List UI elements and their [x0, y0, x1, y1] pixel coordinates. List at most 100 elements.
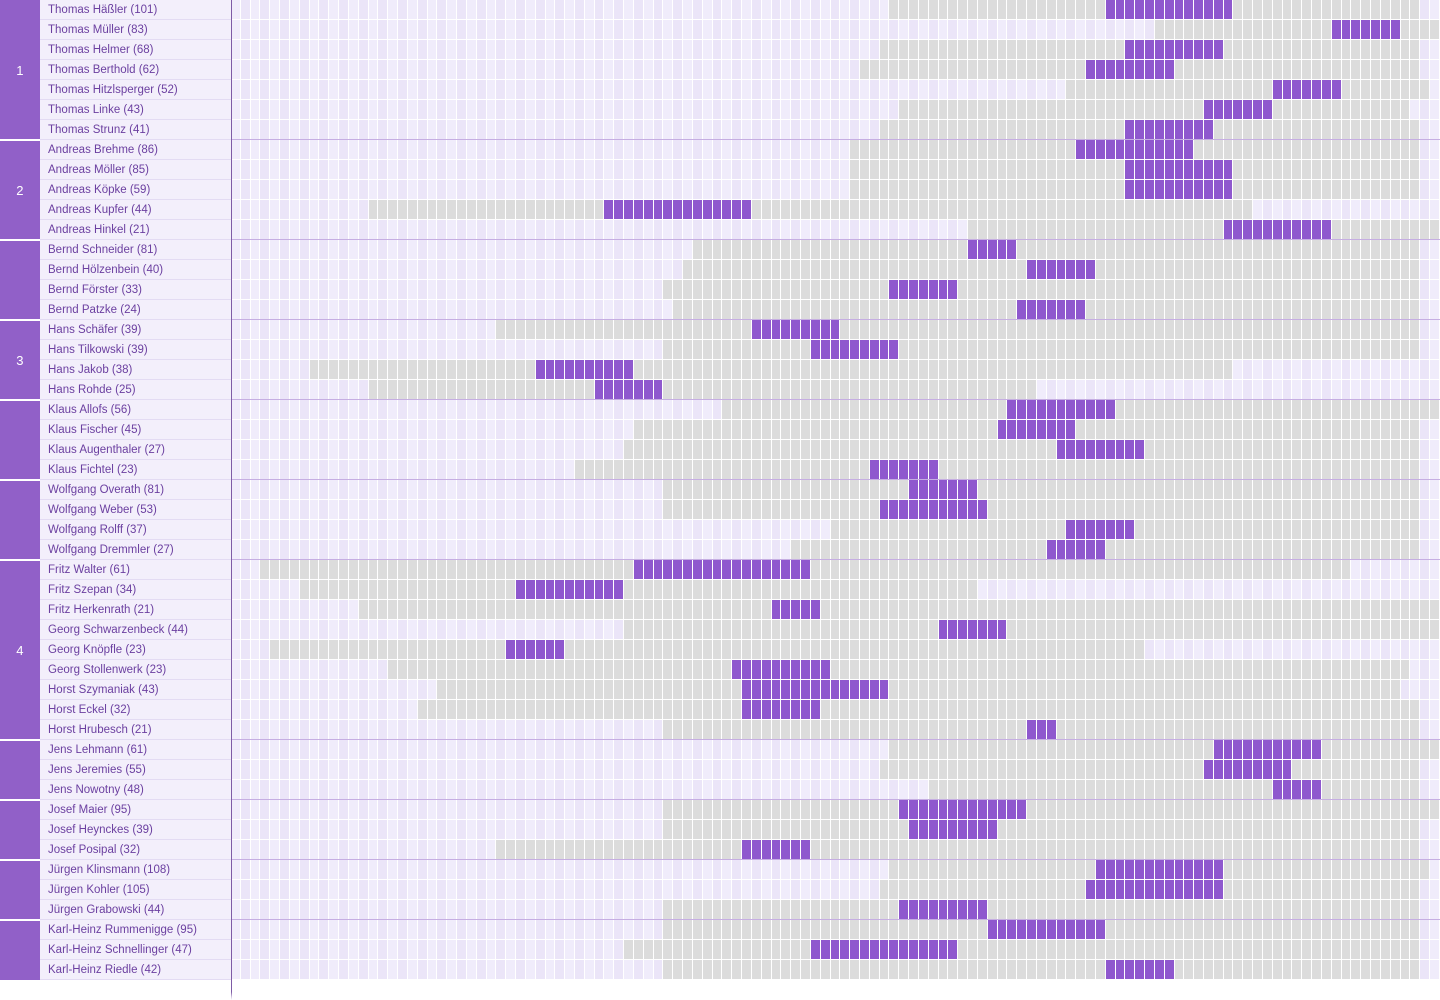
timeline-cell-highlight[interactable] — [673, 200, 684, 220]
timeline-cell-empty[interactable] — [348, 680, 359, 700]
timeline-cell-empty[interactable] — [732, 140, 743, 160]
timeline-cell-active[interactable] — [1331, 420, 1342, 440]
timeline-cell-active[interactable] — [987, 140, 998, 160]
timeline-cell-empty[interactable] — [506, 100, 517, 120]
timeline-cell-active[interactable] — [771, 300, 782, 320]
timeline-cell-active[interactable] — [850, 560, 860, 580]
timeline-cell-empty[interactable] — [555, 140, 566, 160]
timeline-cell-empty[interactable] — [614, 100, 625, 120]
timeline-cell-active[interactable] — [1380, 220, 1391, 240]
timeline-cell-empty[interactable] — [1430, 720, 1440, 740]
timeline-cell-active[interactable] — [1410, 340, 1421, 360]
timeline-cell-active[interactable] — [1351, 140, 1362, 160]
timeline-cell-empty[interactable] — [348, 440, 359, 460]
timeline-cell-empty[interactable] — [329, 80, 340, 100]
timeline-cell-highlight[interactable] — [791, 660, 802, 680]
timeline-cell-active[interactable] — [761, 300, 772, 320]
timeline-cell-empty[interactable] — [574, 620, 585, 640]
timeline-cell-active[interactable] — [938, 180, 949, 200]
timeline-cell-active[interactable] — [840, 720, 851, 740]
timeline-cell-active[interactable] — [1164, 220, 1175, 240]
timeline-cell-empty[interactable] — [633, 60, 644, 80]
timeline-cell-empty[interactable] — [1420, 320, 1431, 340]
timeline-cell-active[interactable] — [1007, 700, 1018, 720]
timeline-cell-active[interactable] — [1272, 20, 1283, 40]
timeline-cell-highlight[interactable] — [1272, 740, 1283, 760]
timeline-cell-active[interactable] — [850, 500, 860, 520]
timeline-cell-empty[interactable] — [663, 760, 674, 780]
timeline-cell-empty[interactable] — [801, 60, 811, 80]
timeline-cell-highlight[interactable] — [1164, 60, 1175, 80]
timeline-cell-empty[interactable] — [280, 580, 290, 600]
timeline-cell-empty[interactable] — [358, 520, 369, 540]
timeline-cell-active[interactable] — [1292, 440, 1303, 460]
timeline-cell-empty[interactable] — [722, 180, 733, 200]
timeline-cell-highlight[interactable] — [614, 360, 625, 380]
timeline-cell-empty[interactable] — [260, 260, 271, 280]
timeline-cell-empty[interactable] — [250, 680, 261, 700]
timeline-cell-active[interactable] — [840, 540, 851, 560]
timeline-cell-active[interactable] — [820, 260, 831, 280]
timeline-cell-active[interactable] — [938, 740, 949, 760]
timeline-cell-active[interactable] — [791, 420, 802, 440]
timeline-cell-empty[interactable] — [574, 740, 585, 760]
timeline-cell-empty[interactable] — [250, 540, 261, 560]
timeline-cell-empty[interactable] — [722, 520, 733, 540]
timeline-cell-highlight[interactable] — [1213, 160, 1224, 180]
timeline-cell-active[interactable] — [879, 600, 890, 620]
timeline-cell-empty[interactable] — [604, 0, 615, 20]
timeline-cell-active[interactable] — [948, 60, 959, 80]
timeline-cell-highlight[interactable] — [1174, 120, 1185, 140]
timeline-cell-active[interactable] — [1095, 240, 1106, 260]
timeline-cell-active[interactable] — [1105, 80, 1116, 100]
timeline-cell-empty[interactable] — [231, 680, 241, 700]
timeline-cell-empty[interactable] — [712, 160, 723, 180]
timeline-cell-active[interactable] — [899, 200, 910, 220]
timeline-cell-active[interactable] — [1164, 780, 1175, 800]
timeline-cell-highlight[interactable] — [1302, 80, 1313, 100]
timeline-cell-empty[interactable] — [565, 100, 575, 120]
timeline-cell-active[interactable] — [958, 60, 969, 80]
timeline-cell-active[interactable] — [1184, 280, 1195, 300]
timeline-cell-active[interactable] — [1272, 600, 1283, 620]
timeline-cell-active[interactable] — [850, 620, 860, 640]
timeline-cell-active[interactable] — [840, 560, 851, 580]
timeline-cell-active[interactable] — [1371, 460, 1381, 480]
timeline-cell-highlight[interactable] — [1223, 740, 1234, 760]
timeline-cell-empty[interactable] — [260, 640, 271, 660]
timeline-cell-active[interactable] — [1410, 620, 1421, 640]
timeline-cell-active[interactable] — [1095, 460, 1106, 480]
timeline-cell-active[interactable] — [742, 480, 752, 500]
timeline-cell-empty[interactable] — [643, 280, 654, 300]
timeline-cell-active[interactable] — [565, 700, 575, 720]
timeline-cell-empty[interactable] — [280, 520, 290, 540]
timeline-cell-active[interactable] — [840, 600, 851, 620]
timeline-cell-empty[interactable] — [673, 180, 684, 200]
timeline-cell-active[interactable] — [1302, 700, 1313, 720]
timeline-cell-empty[interactable] — [692, 0, 703, 20]
timeline-cell-active[interactable] — [899, 320, 910, 340]
timeline-cell-empty[interactable] — [751, 760, 762, 780]
timeline-cell-active[interactable] — [584, 640, 595, 660]
timeline-cell-active[interactable] — [712, 580, 723, 600]
timeline-cell-active[interactable] — [1272, 180, 1283, 200]
timeline-cell-active[interactable] — [1007, 540, 1018, 560]
timeline-cell-active[interactable] — [417, 380, 428, 400]
timeline-cell-active[interactable] — [457, 700, 467, 720]
timeline-cell-empty[interactable] — [584, 520, 595, 540]
timeline-cell-empty[interactable] — [1145, 380, 1155, 400]
timeline-cell-active[interactable] — [997, 100, 1008, 120]
timeline-cell-empty[interactable] — [447, 420, 458, 440]
timeline-cell-empty[interactable] — [388, 80, 399, 100]
timeline-cell-active[interactable] — [889, 680, 900, 700]
timeline-cell-empty[interactable] — [319, 600, 330, 620]
timeline-cell-empty[interactable] — [398, 0, 408, 20]
timeline-cell-empty[interactable] — [810, 40, 821, 60]
timeline-cell-active[interactable] — [1341, 120, 1352, 140]
timeline-cell-active[interactable] — [742, 620, 752, 640]
timeline-cell-active[interactable] — [1390, 720, 1401, 740]
timeline-cell-empty[interactable] — [270, 740, 281, 760]
timeline-cell-highlight[interactable] — [850, 680, 860, 700]
timeline-cell-highlight[interactable] — [1017, 420, 1028, 440]
timeline-cell-empty[interactable] — [840, 40, 851, 60]
